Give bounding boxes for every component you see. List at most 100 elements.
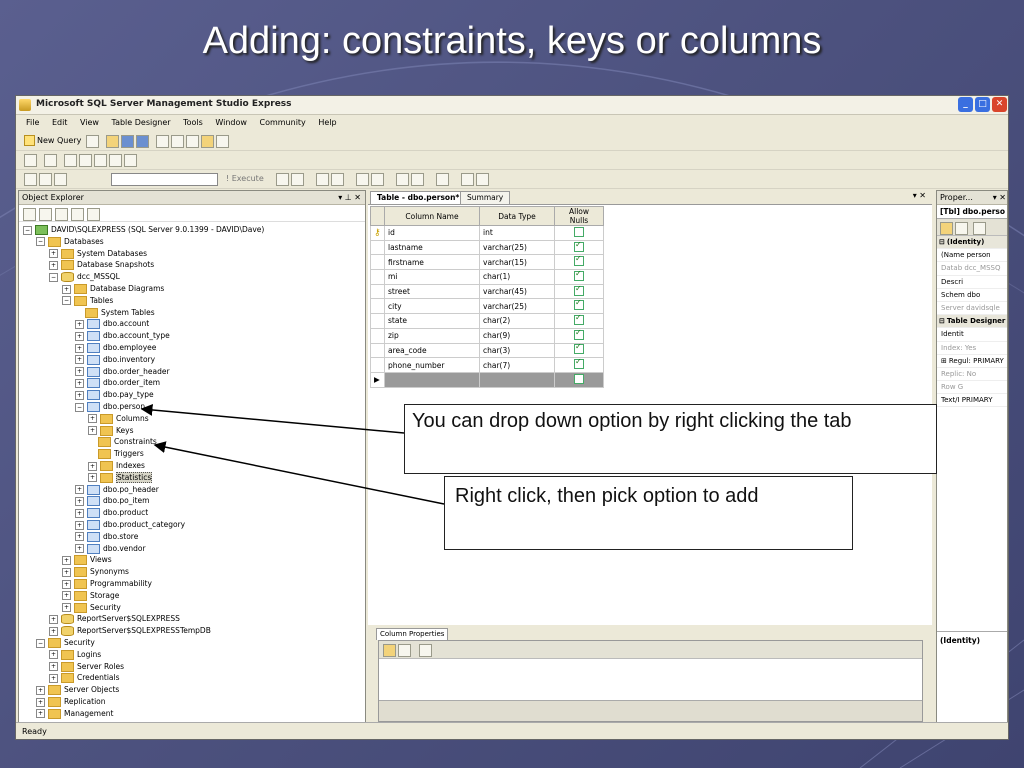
table-row[interactable]: zip char(9) xyxy=(370,327,604,344)
expand-icon[interactable]: + xyxy=(75,532,84,542)
allow-nulls-checkbox[interactable] xyxy=(574,226,584,237)
collapse-icon[interactable]: − xyxy=(23,225,32,235)
property-row[interactable]: Index: Yes xyxy=(937,342,1007,355)
column-name-cell[interactable]: mi xyxy=(384,269,480,285)
data-type-cell[interactable]: int xyxy=(479,225,555,241)
property-expand-icon[interactable]: ⊟ xyxy=(939,238,945,246)
connect-icon[interactable] xyxy=(23,208,36,221)
menu-table-designer[interactable]: Table Designer xyxy=(112,115,171,131)
menu-view[interactable]: View xyxy=(80,115,99,131)
tree-node[interactable]: − Security xyxy=(36,637,95,648)
table-row[interactable]: street varchar(45) xyxy=(370,283,604,300)
relationships-icon[interactable] xyxy=(44,154,57,167)
tree-node[interactable]: + ReportServer$SQLEXPRESSTempDB xyxy=(49,625,211,637)
data-type-cell[interactable]: varchar(25) xyxy=(479,298,555,315)
column-name-cell[interactable]: street xyxy=(384,283,480,300)
tree-node[interactable]: + dbo.product xyxy=(75,507,148,519)
table-row[interactable]: mi char(1) xyxy=(370,269,604,285)
tree-node[interactable]: + Replication xyxy=(36,696,106,707)
table-row[interactable]: city varchar(25) xyxy=(370,298,604,315)
database-selector[interactable] xyxy=(111,173,218,186)
column-name-cell[interactable]: area_code xyxy=(384,342,480,359)
primary-key-icon[interactable]: ⚷ xyxy=(370,225,385,241)
tree-node[interactable]: + dbo.employee xyxy=(75,342,156,353)
tree-node[interactable]: + Statistics xyxy=(88,471,153,483)
change-connection-icon[interactable] xyxy=(54,173,67,186)
tree-node[interactable]: + dbo.po_item xyxy=(75,495,149,507)
close-button[interactable]: ✕ xyxy=(992,97,1007,112)
properties-controls[interactable]: ▾ ✕ xyxy=(993,191,1006,204)
set-primary-key-icon[interactable] xyxy=(24,154,37,167)
expand-icon[interactable]: + xyxy=(75,319,84,329)
tree-node[interactable]: + Credentials xyxy=(49,672,120,684)
data-type-cell[interactable]: varchar(15) xyxy=(479,254,555,271)
property-row[interactable]: Row G xyxy=(937,381,1007,395)
tree-node[interactable]: Constraints xyxy=(88,436,157,448)
minimize-button[interactable]: _ xyxy=(958,97,973,112)
tree-node[interactable]: + Server Roles xyxy=(49,661,124,672)
tree-node[interactable]: + Management xyxy=(36,708,113,719)
decrease-indent-icon[interactable] xyxy=(461,173,474,186)
allow-nulls-checkbox[interactable] xyxy=(574,298,584,311)
menu-community[interactable]: Community xyxy=(259,115,305,131)
menu-file[interactable]: File xyxy=(26,115,39,131)
collapse-icon[interactable]: − xyxy=(49,272,58,282)
tree-node[interactable]: + dbo.account xyxy=(75,318,149,330)
row-selector[interactable] xyxy=(370,269,385,285)
uncomment-icon[interactable] xyxy=(371,173,384,186)
categorized-icon[interactable] xyxy=(383,644,396,657)
column-name-cell[interactable]: state xyxy=(384,313,480,329)
disconnect-icon[interactable] xyxy=(39,208,52,221)
new-data-type-cell[interactable] xyxy=(479,371,555,388)
open-folder-icon[interactable] xyxy=(106,135,119,148)
column-name-cell[interactable]: id xyxy=(384,225,480,241)
tree-node[interactable]: − dbo.person xyxy=(75,401,145,412)
tree-node[interactable]: + dbo.pay_type xyxy=(75,389,154,401)
allow-nulls-checkbox[interactable] xyxy=(574,357,584,370)
expand-icon[interactable]: + xyxy=(75,331,84,341)
tree-node[interactable]: + dbo.store xyxy=(75,531,138,542)
document-controls[interactable]: ▾ ✕ xyxy=(913,191,926,200)
row-selector[interactable] xyxy=(370,327,385,344)
row-selector[interactable] xyxy=(370,254,385,271)
allow-nulls-checkbox[interactable] xyxy=(574,328,584,340)
property-expand-icon[interactable]: ⊞ xyxy=(941,357,947,365)
tree-node[interactable]: + Storage xyxy=(62,590,119,601)
tree-node[interactable]: + Security xyxy=(62,602,121,613)
property-category[interactable]: ⊟ Table Designer xyxy=(937,315,1007,329)
expand-icon[interactable]: + xyxy=(75,390,84,400)
expand-icon[interactable]: + xyxy=(62,555,71,565)
menu-edit[interactable]: Edit xyxy=(52,115,68,131)
expand-icon[interactable]: + xyxy=(49,260,58,270)
expand-icon[interactable]: + xyxy=(36,685,45,695)
expand-icon[interactable]: + xyxy=(62,603,71,613)
expand-icon[interactable]: + xyxy=(75,355,84,365)
tree-node[interactable]: + Views xyxy=(62,554,112,566)
indent-icon[interactable] xyxy=(396,173,409,186)
tree-node[interactable]: System Tables xyxy=(75,307,155,318)
property-row[interactable]: Descri xyxy=(937,276,1007,289)
tree-node[interactable]: + dbo.vendor xyxy=(75,543,146,554)
parse-icon[interactable] xyxy=(276,173,289,186)
new-row[interactable]: ▶ xyxy=(370,371,604,388)
tree-node[interactable]: + System Databases xyxy=(49,248,147,259)
column-name-cell[interactable]: city xyxy=(384,298,480,315)
generate-script-icon[interactable] xyxy=(124,154,137,167)
table-row[interactable]: lastname varchar(25) xyxy=(370,240,604,256)
template-icon[interactable] xyxy=(186,135,199,148)
property-category[interactable]: ⊟ (Identity) xyxy=(937,236,1007,250)
property-pages-icon[interactable] xyxy=(973,222,986,235)
property-row[interactable]: Schem dbo xyxy=(937,289,1007,302)
new-file-icon[interactable] xyxy=(86,135,99,148)
fulltext-icon[interactable] xyxy=(79,154,92,167)
expand-icon[interactable]: + xyxy=(75,343,84,353)
expand-icon[interactable]: + xyxy=(75,520,84,530)
categorized-icon[interactable] xyxy=(940,222,953,235)
properties-object-selector[interactable]: [Tbl] dbo.perso xyxy=(937,205,1007,219)
expand-icon[interactable]: + xyxy=(88,473,97,483)
tree-node[interactable]: + dbo.inventory xyxy=(75,354,155,365)
property-row[interactable]: Server davidsqle xyxy=(937,302,1007,316)
tree-node[interactable]: − Tables xyxy=(62,295,113,306)
expand-icon[interactable]: + xyxy=(75,378,84,388)
tree-node[interactable]: − DAVID\SQLEXPRESS (SQL Server 9.0.1399 -… xyxy=(23,224,264,235)
